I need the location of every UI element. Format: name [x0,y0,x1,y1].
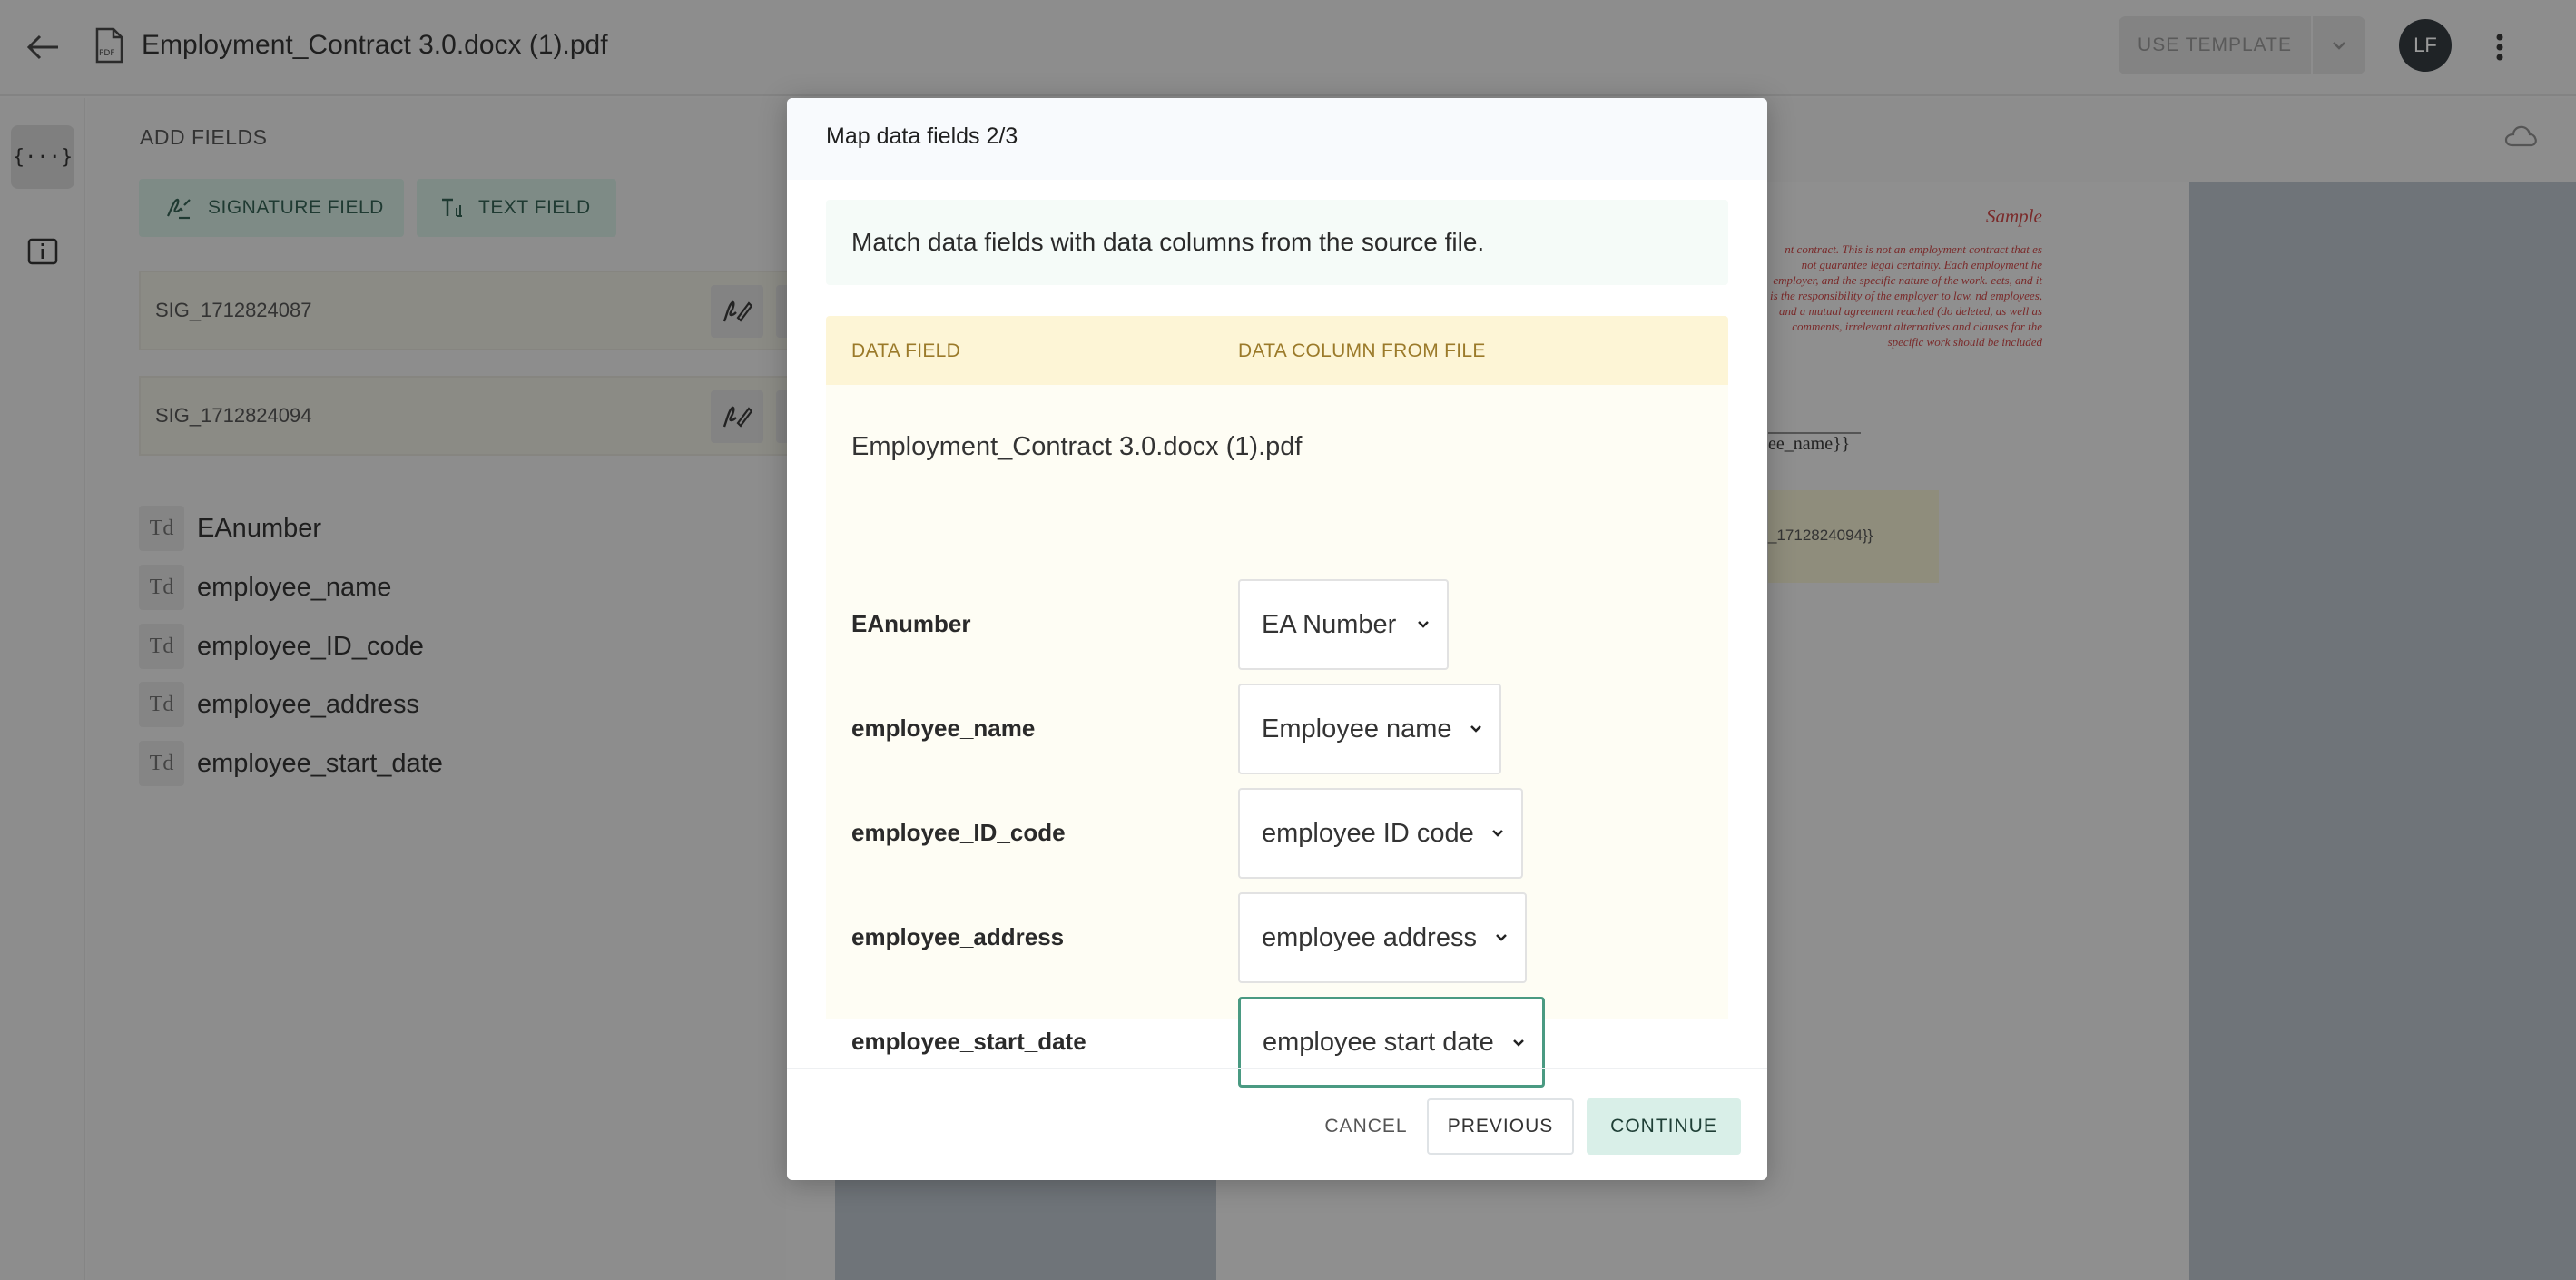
info-banner: Match data fields with data columns from… [826,200,1728,285]
dialog-title: Map data fields 2/3 [826,123,1018,149]
mapping-field-label: employee_name [851,714,1036,742]
text-field-name: employee_name [197,572,392,602]
document-signature-placeholder: _1712824094}} [1768,527,1873,544]
dialog-footer: CANCEL PREVIOUS CONTINUE [787,1068,1767,1180]
document-title: Employment_Contract 3.0.docx (1).pdf [142,30,608,60]
text-icon [442,198,462,217]
use-template-button[interactable]: USE TEMPLATE [2119,16,2313,74]
signature-icon [167,198,191,220]
mapping-table-body: Employment_Contract 3.0.docx (1).pdf EAn… [826,385,1728,1088]
top-bar: PDF Employment_Contract 3.0.docx (1).pdf… [0,0,2576,96]
signature-field-item[interactable]: SIG_1712824087 [139,271,829,350]
chevron-down-icon [1513,1039,1524,1047]
mapping-field-label: employee_start_date [851,1028,1086,1055]
avatar[interactable]: LF [2399,19,2452,72]
mapping-field-label: employee_address [851,923,1065,950]
text-field-icon: Td [139,565,184,610]
edit-signature-icon[interactable] [711,390,763,443]
edit-signature-icon[interactable] [711,285,763,338]
document-toolbar [1766,98,2576,182]
column-select[interactable]: Employee name [1238,684,1501,774]
column-select-value: employee address [1262,922,1477,952]
signature-field-item[interactable]: SIG_1712824094 [139,376,829,456]
column-header-data-column: DATA COLUMN FROM FILE [1238,340,1486,361]
text-field-item[interactable]: Td employee_ID_code [139,624,424,669]
column-select-value: employee start date [1263,1027,1494,1057]
text-field-label: TEXT FIELD [478,197,591,218]
signature-field-label: SIGNATURE FIELD [208,197,384,218]
document-red-text: nt contract. This is not an employment c… [1769,242,2042,349]
mapping-field-label: EAnumber [851,610,971,637]
text-field-name: employee_ID_code [197,631,424,661]
back-arrow-icon[interactable] [22,25,65,69]
text-field-name: employee_start_date [197,748,443,778]
use-template-split-button[interactable]: USE TEMPLATE [2119,16,2365,74]
mapping-table-header: DATA FIELD DATA COLUMN FROM FILE [826,316,1728,385]
fields-icon[interactable]: {···} [11,125,74,189]
info-text: Match data fields with data columns from… [851,228,1485,256]
text-field-item[interactable]: Td employee_name [139,565,391,610]
chevron-down-icon [1470,725,1481,733]
continue-button[interactable]: CONTINUE [1587,1098,1741,1155]
pdf-file-icon: PDF [94,27,123,64]
document-sample-label: Sample [1986,205,2042,227]
add-fields-heading: ADD FIELDS [140,125,268,149]
chevron-down-icon [1492,830,1503,837]
add-fields-panel: ADD FIELDS SIGNATURE FIELD TEXT FIELD SI… [87,98,829,1280]
text-field-icon: Td [139,624,184,669]
previous-button[interactable]: PREVIOUS [1427,1098,1574,1155]
chevron-down-icon [1496,934,1507,941]
cancel-button[interactable]: CANCEL [1312,1098,1421,1155]
column-header-data-field: DATA FIELD [851,340,961,361]
left-rail: {···} [0,98,85,1280]
info-icon[interactable] [25,234,60,269]
document-name-placeholder: ee_name}} [1768,434,1851,454]
text-field-item[interactable]: Td EAnumber [139,506,321,551]
text-field-item[interactable]: Td employee_address [139,682,419,727]
column-select-value: EA Number [1262,609,1397,639]
document-gutter-right [2189,182,2576,1280]
svg-text:PDF: PDF [99,49,115,58]
column-select[interactable]: employee address [1238,892,1527,983]
text-field-name: EAnumber [197,513,322,543]
source-file-name: Employment_Contract 3.0.docx (1).pdf [851,432,1303,461]
column-select[interactable]: employee ID code [1238,788,1523,879]
text-field-icon: Td [139,506,184,551]
text-field-icon: Td [139,741,184,786]
column-select[interactable]: EA Number [1238,579,1449,670]
dialog-header: Map data fields 2/3 [787,98,1767,180]
column-select-value: employee ID code [1262,818,1474,848]
signature-field-name: SIG_1712824087 [155,299,312,321]
chevron-down-icon[interactable] [2313,16,2365,74]
chevron-down-icon [1418,621,1429,628]
text-field-item[interactable]: Td employee_start_date [139,741,443,786]
signature-field-button[interactable]: SIGNATURE FIELD [139,179,404,237]
map-data-fields-dialog: Map data fields 2/3 Match data fields wi… [787,98,1767,1180]
cloud-sync-icon [2503,123,2538,152]
text-field-button[interactable]: TEXT FIELD [417,179,616,237]
column-select-value: Employee name [1262,714,1452,743]
more-options-icon[interactable] [2482,25,2518,69]
text-field-name: employee_address [197,689,420,719]
mapping-field-label: employee_ID_code [851,819,1066,846]
document-gutter [835,1180,1216,1280]
signature-field-name: SIG_1712824094 [155,404,312,427]
text-field-icon: Td [139,682,184,727]
